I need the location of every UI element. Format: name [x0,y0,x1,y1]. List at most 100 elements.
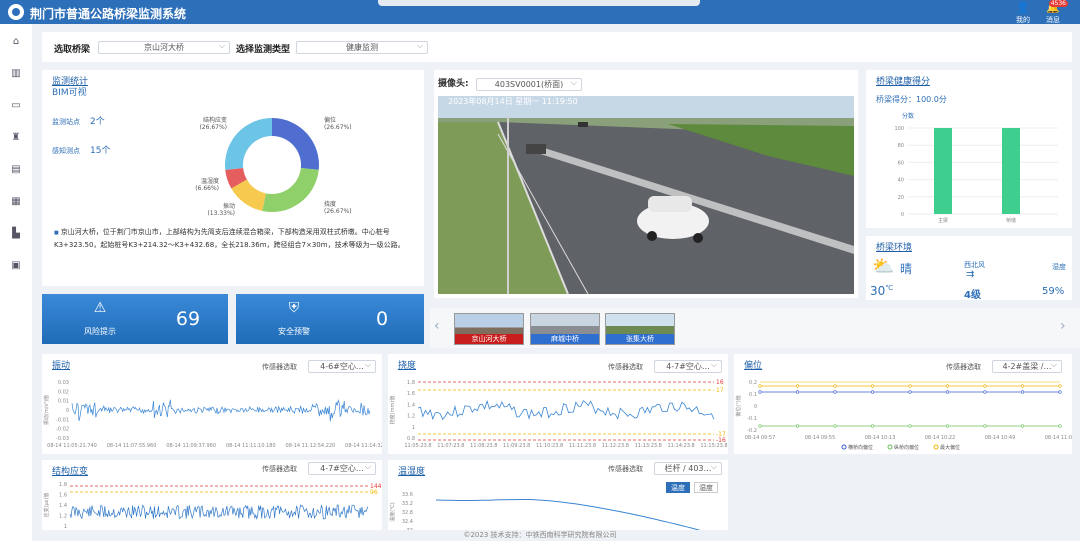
temperature-value: 30℃ [870,284,893,298]
displacement-point-0-0 [758,390,762,394]
displacement-point-1-3 [870,424,875,428]
deflection-sensor-select[interactable]: 4-7#空心… [654,359,722,373]
displacement-point-2-7 [1020,384,1025,388]
displacement-point-0-7 [1020,390,1025,394]
risk-card[interactable]: ⚠ 风险提示 69 [42,294,228,344]
user-icon: 👤 [1016,1,1030,14]
humidity-value: 59% [1042,286,1065,297]
wind-level: 4级 [964,290,981,301]
app-title: 荆门市普通公路桥梁监测系统 [30,7,187,21]
displacement-point-1-0 [758,424,762,428]
displacement-ylabel: 偏位(°)值 [735,395,742,416]
displacement-point-1-5 [945,424,950,428]
type-select-label: 选择监测类型 [236,45,291,55]
filter-bar: 选取桥梁 京山河大桥 选择监测类型 健康监测 [42,32,1072,62]
report-icon[interactable]: ▤ [0,164,32,175]
bridge-thumb-3-label: 张集大桥 [606,334,674,344]
temperature-sensor-select[interactable]: 栏杆 / 403… [654,461,722,475]
displacement-legend-marker-0 [841,444,847,450]
donut-pct-2: (13.33%) [207,210,235,217]
monitor-icon[interactable]: ▭ [0,100,32,111]
donut-label-2: 振动 [223,202,235,210]
displacement-point-0-1 [795,390,800,394]
displacement-sensor-select[interactable]: 4-2#盖梁 /… [992,359,1062,373]
displacement-y-tick-0: 0.2 [749,380,757,386]
chevron-left-icon[interactable]: ‹ [434,318,440,334]
bridge-description: 京山河大桥，位于荆门市京山市，上部结构为先简支后连续混合箱梁，下部构造采用双柱式… [54,226,426,251]
env-title: 桥梁环境 [876,243,913,253]
bridge-select[interactable]: 京山河大桥 [98,40,230,54]
health-bar-chart: 分数 100 80 60 40 20 0 主梁 桥墩 [894,112,1058,224]
alert-label: 安全预警 [278,327,310,336]
message-button[interactable]: 🔔 消息 4536 [1038,0,1068,25]
camera-video-feed[interactable]: 2023年08月14日 星期一 11:19:50 [438,96,854,294]
chart-icon[interactable]: ▥ [0,68,32,79]
deflection-y-tick-3: 1.2 [407,414,415,420]
deflection-sensor-label: 传感器选取 [608,363,643,371]
deflection-title: 挠度 [398,361,417,371]
displacement-point-0-3 [870,390,875,394]
deflection-x-tick-6: 11:12:23.8 [602,443,629,449]
displacement-point-2-4 [908,384,912,388]
camera-select[interactable]: 403SV0001(桥面) [476,77,582,91]
displacement-point-2-3 [870,384,875,388]
donut-label-1: 挠度 [324,200,336,208]
deflection-x-tick-8: 11:14:23.8 [667,443,694,449]
statistics-icon[interactable]: ▙ [0,228,32,239]
mine-button[interactable]: 👤 我的 [1008,1,1038,25]
vibration-chart: 振动(m/s²)值0.030.020.010-0.01-0.02-0.0308-… [43,380,382,449]
vibration-series-line [71,399,371,422]
displacement-y-tick-4: -0.2 [747,428,757,434]
strain-ylabel: 应变(με)值 [43,493,50,518]
health-bar-0 [934,128,952,214]
vibration-y-tick-4: -0.01 [56,417,69,423]
wind-icon: ⇉ [966,269,975,280]
deflection-y-tick-2: 1.4 [407,402,415,408]
strain-series-line [69,504,369,520]
health-y-tick-1: 80 [898,143,904,149]
deflection-y-tick-1: 1.6 [407,391,415,397]
deflection-x-tick-3: 11:09:23.8 [503,443,530,449]
bridge-thumb-2[interactable]: 麻城中桥 [530,313,600,345]
site-value: 2个 [90,117,105,127]
chevron-right-icon[interactable]: › [1060,318,1066,334]
vibration-ylabel: 振动(m/s²)值 [43,395,50,425]
bim-view-link[interactable]: BIM可视 [52,85,87,98]
displacement-point-1-1 [795,424,800,428]
deflection-x-tick-2: 11:08:23.8 [470,443,497,449]
deflection-ylabel: 挠度(mm)值 [389,396,396,425]
vibration-y-tick-5: -0.02 [56,427,69,433]
camera-timestamp: 2023年08月14日 星期一 11:19:50 [448,96,578,106]
deflection-y-tick-4: 1 [412,425,415,431]
temp-number: 30 [870,284,886,298]
deflection-x-tick-0: 11:05:23.8 [404,443,431,449]
grid-icon[interactable]: ▦ [0,196,32,207]
message-badge: 4536 [1048,0,1068,7]
bridge-thumb-1[interactable]: 京山河大桥 [454,313,524,345]
stats-panel: 监测统计 BIM可视 监测站点 2个 感知测点 15个 感知测点 偏位 (26.67%)… [42,70,424,286]
type-select[interactable]: 健康监测 [296,40,428,54]
top-bar: 荆门市普通公路桥梁监测系统 👤 我的 🔔 消息 4536 [0,0,1080,24]
temperature-ylabel: 温度(℃) [389,502,396,522]
health-x-tick-1: 桥墩 [1006,217,1016,224]
alert-card[interactable]: ⛨ 安全预警 0 [236,294,424,344]
deflection-x-tick-5: 11:11:23.8 [569,443,596,449]
vibration-x-tick-1: 08-14 11:07:55.960 [107,443,157,449]
temperature-y-tick-0: 33.6 [402,492,413,498]
archive-icon[interactable]: ▣ [0,260,32,271]
sensor-label: 感知测点 [52,147,80,155]
deflection-panel: 挠度 传感器选取 4-7#空心… 挠度(mm)值 1.8 1.6 1.4 1.2 1 0.8… [388,354,728,454]
displacement-point-2-1 [795,384,800,388]
home-icon[interactable]: ⌂ [0,36,32,47]
displacement-point-2-2 [833,384,837,388]
strain-sensor-select[interactable]: 4-7#空心… [308,461,376,475]
vibration-sensor-select[interactable]: 4-6#空心… [308,359,376,373]
warning-triangle-icon: ⚠ [93,300,107,316]
health-y-tick-5: 0 [901,212,904,218]
vibration-y-tick-2: 0.01 [58,399,69,405]
bridge-thumb-3[interactable]: 张集大桥 [605,313,675,345]
alarm-icon[interactable]: ♜ [0,132,32,143]
strain-sensor-label: 传感器选取 [262,465,297,473]
vibration-x-tick-3: 08-14 11:11:10.180 [226,443,276,449]
health-y-tick-3: 40 [898,178,904,184]
